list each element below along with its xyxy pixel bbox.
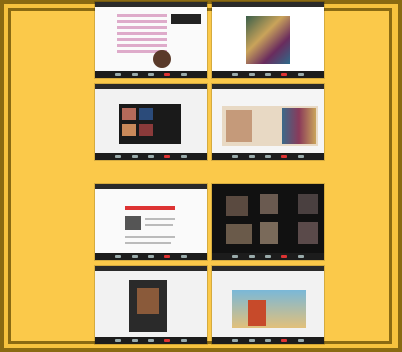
photo-thumbnail [139,108,153,120]
portrait-illustration [137,288,159,314]
window-titlebar [212,2,324,7]
participant-video [226,196,248,216]
meeting-toolbar [95,253,207,260]
meeting-toolbar [95,337,207,344]
meeting-toolbar [212,337,324,344]
screenshot-panel-1 [95,2,207,78]
screenshot-panel-7 [95,266,207,344]
window-titlebar [95,266,207,271]
participant-video [298,194,318,214]
artwork-image [246,16,290,64]
meeting-toolbar [212,71,324,78]
speaker-thumbnail [171,14,201,24]
screenshot-panel-5 [95,184,207,260]
participant-video [226,224,252,244]
text-grid [117,14,167,53]
photo-grid [282,108,316,144]
header-banner [125,206,175,210]
window-titlebar [95,184,207,189]
screenshot-panel-8 [212,266,324,344]
window-titlebar [212,84,324,89]
figure-illustration [248,300,266,326]
window-titlebar [95,2,207,7]
participant-video [260,194,278,214]
window-titlebar [95,84,207,89]
screenshot-panel-6 [212,184,324,260]
participant-video [298,222,318,244]
screenshot-panel-2 [212,2,324,78]
screenshot-panel-4 [212,84,324,160]
meeting-toolbar [212,253,324,260]
meeting-toolbar [95,71,207,78]
text-line [145,224,173,226]
speaker-face [153,50,171,68]
photo-thumbnail [122,124,136,136]
text-line [125,242,171,244]
window-titlebar [212,266,324,271]
screenshot-panel-3 [95,84,207,160]
document-image [125,216,141,230]
participant-video [260,222,278,244]
meeting-toolbar [95,153,207,160]
photo-thumbnail [139,124,153,136]
photo-thumbnail [122,108,136,120]
illustration-image [232,290,306,328]
portrait-photo [226,110,252,142]
text-line [125,236,175,238]
text-line [145,218,175,220]
meeting-toolbar [212,153,324,160]
